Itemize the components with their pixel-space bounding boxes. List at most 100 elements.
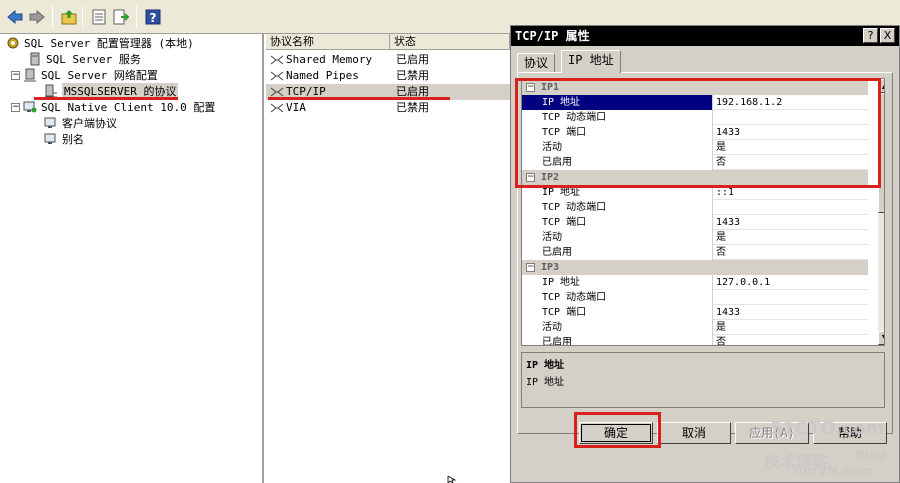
- collapse-icon[interactable]: −: [526, 263, 535, 272]
- protocol-icon: [270, 87, 284, 97]
- property-value[interactable]: 是: [714, 140, 726, 155]
- scrollbar-thumb[interactable]: [878, 93, 884, 213]
- property-name: TCP 端口: [522, 305, 713, 320]
- description-box: IP 地址 IP 地址: [521, 352, 885, 408]
- mouse-cursor-icon: [447, 476, 457, 483]
- property-grid: − IP1 IP 地址 192.168.1.2 TCP 动态端口 TCP 端口 14…: [521, 78, 885, 346]
- section-ip3[interactable]: − IP3: [522, 260, 868, 275]
- property-value[interactable]: [714, 290, 716, 305]
- tree-item-label: MSSQLSERVER 的协议: [62, 83, 179, 99]
- tree-item-aliases[interactable]: 别名: [44, 131, 84, 147]
- property-row[interactable]: TCP 端口 1433: [522, 125, 868, 140]
- up-folder-icon[interactable]: [60, 8, 78, 26]
- property-value[interactable]: 是: [714, 230, 726, 245]
- protocol-icon: [270, 55, 284, 65]
- list-row-shared-memory[interactable]: Shared Memory 已启用: [266, 52, 510, 68]
- tree-item-label: SQL Native Client 10.0 配置: [41, 101, 216, 114]
- help-icon[interactable]: ?: [144, 8, 162, 26]
- property-row[interactable]: 活动是: [522, 140, 868, 155]
- tree-item-label: 客户端协议: [62, 117, 117, 130]
- property-row[interactable]: 活动是: [522, 230, 868, 245]
- property-value[interactable]: 127.0.0.1: [714, 275, 770, 290]
- back-arrow-icon[interactable]: [6, 8, 24, 26]
- property-name: IP 地址: [522, 275, 713, 290]
- scroll-up-icon[interactable]: ▲: [878, 79, 884, 93]
- tab-protocol[interactable]: 协议: [517, 53, 556, 73]
- collapse-icon[interactable]: −: [526, 173, 535, 182]
- protocol-name: Named Pipes: [286, 69, 359, 82]
- protocol-icon: [270, 71, 284, 81]
- protocol-state: 已禁用: [396, 101, 429, 114]
- property-row[interactable]: TCP 动态端口: [522, 110, 868, 125]
- list-row-named-pipes[interactable]: Named Pipes 已禁用: [266, 68, 510, 84]
- tree-item-sql-server-network-config[interactable]: − SQL Server 网络配置: [11, 67, 158, 83]
- dialog-titlebar[interactable]: TCP/IP 属性: [511, 26, 899, 46]
- tree-root[interactable]: SQL Server 配置管理器 (本地): [6, 35, 194, 51]
- dialog-title: TCP/IP 属性: [515, 29, 590, 43]
- property-value[interactable]: 是: [714, 320, 726, 335]
- property-value[interactable]: [714, 200, 716, 215]
- collapse-icon[interactable]: −: [11, 102, 20, 112]
- tree-item-label: 别名: [62, 133, 84, 146]
- property-name: IP 地址: [522, 95, 713, 110]
- property-value[interactable]: 192.168.1.2: [714, 95, 782, 110]
- property-value[interactable]: 否: [714, 335, 726, 345]
- tree-item-label: SQL Server 服务: [46, 53, 141, 66]
- list-row-tcp-ip[interactable]: TCP/IP 已启用: [266, 84, 510, 100]
- list-header: 协议名称 状态: [266, 34, 510, 50]
- list-row-via[interactable]: VIA 已禁用: [266, 100, 510, 116]
- property-row[interactable]: IP 地址 127.0.0.1: [522, 275, 868, 290]
- collapse-icon[interactable]: −: [11, 70, 20, 80]
- section-label: IP2: [541, 172, 560, 183]
- tree-item-sql-server-services[interactable]: SQL Server 服务: [28, 51, 141, 67]
- property-value[interactable]: 否: [714, 245, 726, 260]
- property-name: 活动: [522, 140, 713, 155]
- tree-item-native-client-config[interactable]: − SQL Native Client 10.0 配置: [11, 99, 215, 115]
- property-row[interactable]: IP 地址::1: [522, 185, 868, 200]
- property-name: 已启用: [522, 335, 713, 345]
- property-name: 已启用: [522, 245, 713, 260]
- tree-item-mssqlserver-protocols[interactable]: MSSQLSERVER 的协议: [44, 83, 179, 99]
- client-config-icon: [23, 101, 37, 113]
- collapse-icon[interactable]: −: [526, 83, 535, 92]
- ok-button[interactable]: 确定: [579, 422, 653, 444]
- property-row[interactable]: IP 地址 192.168.1.2: [522, 95, 868, 110]
- property-row[interactable]: 已启用否: [522, 155, 868, 170]
- property-value[interactable]: ::1: [714, 185, 734, 200]
- property-row[interactable]: TCP 端口 1433: [522, 305, 868, 320]
- column-header-state[interactable]: 状态: [390, 34, 510, 50]
- description-text: IP 地址: [526, 377, 565, 388]
- property-row[interactable]: 已启用否: [522, 335, 868, 345]
- property-value[interactable]: 1433: [714, 125, 740, 140]
- forward-arrow-icon[interactable]: [28, 8, 46, 26]
- property-name: TCP 端口: [522, 215, 713, 230]
- watermark-yunvn: YunVN.com: [790, 464, 874, 479]
- close-button[interactable]: X: [880, 28, 895, 43]
- help-button[interactable]: ?: [863, 28, 878, 43]
- property-value[interactable]: [714, 110, 716, 125]
- section-ip2[interactable]: − IP2: [522, 170, 868, 185]
- watermark-blog: Blog: [856, 448, 887, 462]
- property-row[interactable]: 活动是: [522, 320, 868, 335]
- section-ip1[interactable]: − IP1: [522, 80, 868, 95]
- protocol-icon: [270, 103, 284, 113]
- property-row[interactable]: TCP 端口 1433: [522, 215, 868, 230]
- tcpip-properties-dialog: TCP/IP 属性 ? X 协议 IP 地址 − IP1 IP 地址 192.16…: [510, 25, 900, 483]
- property-value[interactable]: 否: [714, 155, 726, 170]
- properties-icon[interactable]: [90, 8, 108, 26]
- property-row[interactable]: TCP 动态端口: [522, 290, 868, 305]
- property-row[interactable]: TCP 动态端口: [522, 200, 868, 215]
- export-list-icon[interactable]: [112, 8, 130, 26]
- vertical-scrollbar[interactable]: ▲ ▼: [878, 79, 884, 345]
- cancel-button[interactable]: 取消: [657, 422, 731, 444]
- protocol-state: 已启用: [396, 53, 429, 66]
- description-title: IP 地址: [526, 360, 565, 371]
- tab-ip-addresses[interactable]: IP 地址: [561, 50, 621, 73]
- scroll-down-icon[interactable]: ▼: [878, 331, 884, 345]
- column-header-name[interactable]: 协议名称: [266, 34, 390, 50]
- property-value[interactable]: 1433: [714, 305, 740, 320]
- property-row[interactable]: 已启用否: [522, 245, 868, 260]
- property-value[interactable]: 1433: [714, 215, 740, 230]
- tree-item-client-protocols[interactable]: 客户端协议: [44, 115, 117, 131]
- svg-text:?: ?: [150, 11, 157, 25]
